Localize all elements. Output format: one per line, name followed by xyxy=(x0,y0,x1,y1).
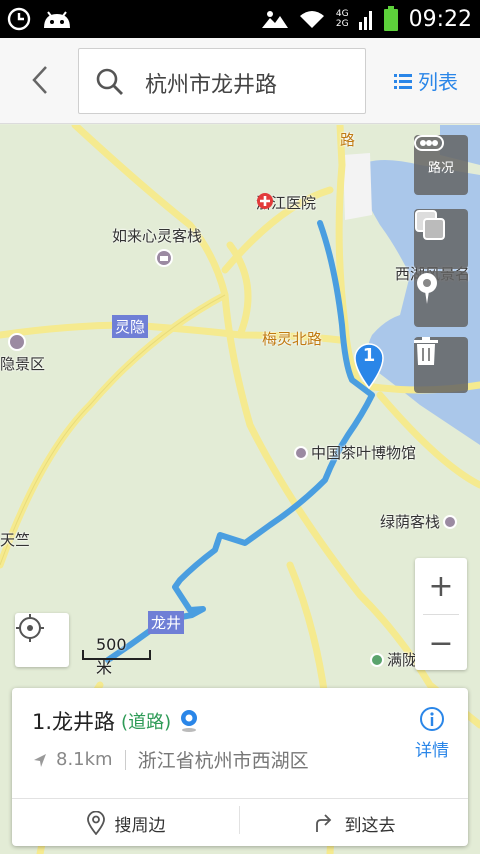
traffic-icon xyxy=(414,135,444,151)
wifi-icon xyxy=(299,11,324,28)
trash-icon xyxy=(414,337,438,365)
map-label-tianzhu[interactable]: 天竺 xyxy=(0,529,30,550)
layers-button[interactable] xyxy=(414,209,468,269)
map-label-meiling-north[interactable]: 梅灵北路 xyxy=(262,328,322,349)
map-label-tea-museum-text: 中国茶叶博物馆 xyxy=(311,444,417,462)
locate-me-button[interactable] xyxy=(15,613,69,667)
map-label-road-lu: 路 xyxy=(340,131,356,149)
zoom-in-button[interactable]: + xyxy=(415,558,467,614)
list-icon xyxy=(394,73,412,89)
locate-icon xyxy=(16,614,44,642)
go-here-button[interactable]: 到这去 xyxy=(240,800,468,846)
result-address: 浙江省杭州市西湖区 xyxy=(137,750,309,772)
scenic-poi-icon xyxy=(8,333,26,351)
scenic-poi-icon-green xyxy=(370,653,384,667)
back-button[interactable] xyxy=(18,58,62,102)
hotel-icon xyxy=(155,249,173,267)
meta-divider xyxy=(124,749,126,770)
clock-icon xyxy=(7,7,31,31)
go-here-label: 到这去 xyxy=(344,815,396,836)
detail-label: 详情 xyxy=(415,741,449,761)
list-button[interactable]: 列表 xyxy=(394,66,458,95)
result-distance: 8.1km xyxy=(56,749,113,770)
traffic-toggle-button[interactable]: 路况 xyxy=(414,135,468,195)
battery-icon xyxy=(383,6,398,31)
map-label-lvyin-inn[interactable]: 绿荫客栈 xyxy=(380,511,460,532)
traffic-label: 路况 xyxy=(427,160,454,176)
android-icon xyxy=(44,11,70,28)
clock-time: 09:22 xyxy=(408,6,472,32)
hospital-icon xyxy=(257,193,273,209)
map-label-rulai[interactable]: 如来心灵客栈 xyxy=(112,225,202,246)
pin-mode-button[interactable] xyxy=(414,271,468,327)
clear-button[interactable] xyxy=(414,337,468,393)
map-label-lvyin-inn-text: 绿荫客栈 xyxy=(380,513,441,531)
signal-icon xyxy=(358,11,372,30)
zoom-control: + − xyxy=(415,558,467,670)
search-box[interactable]: 杭州市龙井路 xyxy=(78,48,366,114)
network-indicator: 4G 2G xyxy=(336,9,349,29)
search-text: 杭州市龙井路 xyxy=(145,73,278,98)
inn-poi-icon xyxy=(443,515,458,529)
map-tag-longjing[interactable]: 龙井 xyxy=(148,611,185,634)
result-title-row: 1.龙井路 (道路) xyxy=(32,706,199,736)
search-nearby-label: 搜周边 xyxy=(114,815,166,836)
museum-poi-icon xyxy=(294,446,308,460)
search-nearby-button[interactable]: 搜周边 xyxy=(12,800,240,846)
direction-arrow-icon xyxy=(34,753,46,767)
map-tag-lingyin[interactable]: 灵隐 xyxy=(112,315,149,338)
result-type: (道路) xyxy=(121,712,172,733)
result-meta-row: 8.1km 浙江省杭州市西湖区 xyxy=(32,746,309,773)
mountain-photo-icon xyxy=(261,11,288,28)
network-top: 4G xyxy=(335,9,349,19)
scale-line xyxy=(82,650,151,660)
map-label-zhejiang-hospital[interactable]: 浙江医院 xyxy=(256,192,316,213)
detail-button[interactable]: 详情 xyxy=(410,706,454,761)
back-arrow-icon xyxy=(32,66,47,94)
map-label-yin-scenic[interactable]: 隐景区 xyxy=(0,353,45,374)
nearby-pin-icon xyxy=(86,811,105,835)
zoom-out-button[interactable]: − xyxy=(415,615,467,671)
card-divider-horizontal xyxy=(12,798,468,799)
navigate-icon xyxy=(315,814,331,832)
list-label: 列表 xyxy=(418,70,458,94)
status-bar: 4G 2G 09:22 xyxy=(0,0,480,38)
pin-icon xyxy=(417,273,437,304)
indoor-map-icon xyxy=(181,710,198,732)
map-label-manlong[interactable]: 满陇 xyxy=(370,649,417,670)
layers-icon xyxy=(415,210,445,240)
result-marker-number: 1 xyxy=(362,345,376,366)
map-label-manlong-text: 满陇 xyxy=(387,651,418,669)
search-icon xyxy=(96,68,123,95)
network-bottom: 2G xyxy=(335,19,349,29)
top-bar: 杭州市龙井路 列表 xyxy=(0,38,480,124)
result-card[interactable]: 1.龙井路 (道路) 8.1km 浙江省杭州市西湖区 详情 搜周边 到这去 xyxy=(12,688,468,846)
result-title: 1.龙井路 xyxy=(32,710,116,734)
map-label-tea-museum[interactable]: 中国茶叶博物馆 xyxy=(294,442,416,463)
info-icon xyxy=(420,707,444,731)
